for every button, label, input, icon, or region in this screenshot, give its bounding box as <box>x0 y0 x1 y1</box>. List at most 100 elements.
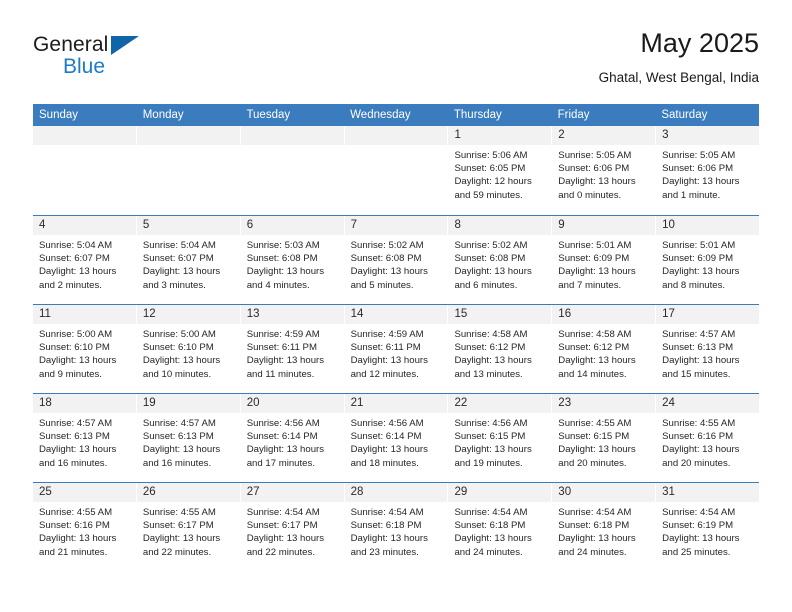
sunset-text: Sunset: 6:17 PM <box>142 520 214 532</box>
day-cell[interactable]: 21 Sunrise: 4:56 AM Sunset: 6:14 PM Dayligh… <box>344 394 449 482</box>
day-number: 29 <box>448 483 552 502</box>
calendar-page: General Blue May 2025 Ghatal, West Benga… <box>0 0 792 612</box>
sunrise-text: Sunrise: 4:55 AM <box>142 507 216 518</box>
daylight-text: Daylight: 13 hours and 22 minutes. <box>142 533 221 558</box>
day-cell[interactable]: 3 Sunrise: 5:05 AM Sunset: 6:06 PM Daylight… <box>656 126 760 215</box>
sunset-text: Sunset: 6:15 PM <box>454 431 526 443</box>
day-info: Sunrise: 4:56 AM Sunset: 6:15 PM Daylight:… <box>448 413 551 470</box>
day-cell[interactable]: 22 Sunrise: 4:56 AM Sunset: 6:15 PM Dayligh… <box>448 394 553 482</box>
day-cell[interactable]: 20 Sunrise: 4:56 AM Sunset: 6:14 PM Dayligh… <box>240 394 345 482</box>
sunrise-text: Sunrise: 4:54 AM <box>350 507 424 518</box>
day-info: Sunrise: 4:56 AM Sunset: 6:14 PM Daylight:… <box>241 413 344 470</box>
sunset-text: Sunset: 6:10 PM <box>39 342 110 354</box>
sunrise-text: Sunrise: 5:04 AM <box>142 240 216 251</box>
sunset-text: Sunset: 6:18 PM <box>558 520 630 532</box>
logo-text-blue: Blue <box>63 55 106 78</box>
daylight-text: Daylight: 13 hours and 23 minutes. <box>350 533 428 558</box>
day-number: 12 <box>136 305 240 324</box>
sunset-text: Sunset: 6:05 PM <box>454 163 526 175</box>
day-cell[interactable]: 13 Sunrise: 4:59 AM Sunset: 6:11 PM Dayligh… <box>240 305 345 393</box>
day-cell[interactable]: 6 Sunrise: 5:03 AM Sunset: 6:08 PM Daylight… <box>240 216 345 304</box>
day-cell[interactable]: 28 Sunrise: 4:54 AM Sunset: 6:18 PM Dayligh… <box>344 483 449 571</box>
weekday-wednesday: Wednesday <box>350 109 411 121</box>
day-cell[interactable]: 23 Sunrise: 4:55 AM Sunset: 6:15 PM Dayligh… <box>552 394 657 482</box>
week-row: 11 Sunrise: 5:00 AM Sunset: 6:10 PM Dayligh… <box>33 304 760 393</box>
sunrise-text: Sunrise: 5:01 AM <box>662 240 736 251</box>
daylight-text: Daylight: 13 hours and 4 minutes. <box>246 266 325 291</box>
day-cell[interactable]: 14 Sunrise: 4:59 AM Sunset: 6:11 PM Dayligh… <box>344 305 449 393</box>
sunset-text: Sunset: 6:17 PM <box>246 520 318 532</box>
day-number: 15 <box>448 305 552 324</box>
day-cell[interactable]: 9 Sunrise: 5:01 AM Sunset: 6:09 PM Daylight… <box>552 216 657 304</box>
day-info: Sunrise: 4:54 AM Sunset: 6:18 PM Daylight:… <box>448 502 551 559</box>
sunset-text: Sunset: 6:06 PM <box>662 163 734 175</box>
day-info: Sunrise: 5:06 AM Sunset: 6:05 PM Daylight:… <box>448 145 551 202</box>
day-cell[interactable]: 16 Sunrise: 4:58 AM Sunset: 6:12 PM Dayligh… <box>552 305 657 393</box>
day-cell[interactable]: 26 Sunrise: 4:55 AM Sunset: 6:17 PM Dayligh… <box>136 483 241 571</box>
day-cell[interactable]: 30 Sunrise: 4:54 AM Sunset: 6:18 PM Dayligh… <box>552 483 657 571</box>
day-cell[interactable]: 31 Sunrise: 4:54 AM Sunset: 6:19 PM Dayligh… <box>656 483 760 571</box>
day-cell[interactable]: 24 Sunrise: 4:55 AM Sunset: 6:16 PM Dayligh… <box>656 394 760 482</box>
daylight-text: Daylight: 13 hours and 13 minutes. <box>454 355 532 380</box>
sunrise-text: Sunrise: 5:05 AM <box>558 150 632 161</box>
sunset-text: Sunset: 6:11 PM <box>246 342 317 354</box>
day-info: Sunrise: 4:59 AM Sunset: 6:11 PM Daylight:… <box>345 324 448 381</box>
day-cell[interactable]: 4 Sunrise: 5:04 AM Sunset: 6:07 PM Daylight… <box>33 216 137 304</box>
sunset-text: Sunset: 6:09 PM <box>662 253 734 265</box>
daylight-text: Daylight: 13 hours and 1 minute. <box>662 176 740 201</box>
daylight-text: Daylight: 13 hours and 21 minutes. <box>39 533 117 558</box>
day-info: Sunrise: 5:01 AM Sunset: 6:09 PM Daylight:… <box>656 235 759 292</box>
day-cell[interactable]: 8 Sunrise: 5:02 AM Sunset: 6:08 PM Daylight… <box>448 216 553 304</box>
sunrise-text: Sunrise: 4:54 AM <box>454 507 528 518</box>
day-cell[interactable]: 1 Sunrise: 5:06 AM Sunset: 6:05 PM Daylight… <box>448 126 553 215</box>
day-info: Sunrise: 4:58 AM Sunset: 6:12 PM Daylight:… <box>448 324 551 381</box>
day-cell[interactable]: 19 Sunrise: 4:57 AM Sunset: 6:13 PM Dayligh… <box>136 394 241 482</box>
day-cell[interactable]: 29 Sunrise: 4:54 AM Sunset: 6:18 PM Dayligh… <box>448 483 553 571</box>
page-title: May 2025 <box>640 28 759 58</box>
day-number: 19 <box>136 394 240 413</box>
day-number: 5 <box>136 216 240 235</box>
daylight-text: Daylight: 13 hours and 16 minutes. <box>39 444 117 469</box>
daylight-text: Daylight: 13 hours and 25 minutes. <box>662 533 740 558</box>
day-cell[interactable]: 12 Sunrise: 5:00 AM Sunset: 6:10 PM Dayligh… <box>136 305 241 393</box>
sunset-text: Sunset: 6:08 PM <box>454 253 526 265</box>
day-cell[interactable]: 10 Sunrise: 5:01 AM Sunset: 6:09 PM Dayligh… <box>656 216 760 304</box>
sunrise-text: Sunrise: 4:59 AM <box>350 329 424 340</box>
generalblue-logo[interactable]: General Blue <box>33 34 153 86</box>
sunrise-text: Sunrise: 4:55 AM <box>39 507 113 518</box>
day-cell[interactable]: 17 Sunrise: 4:57 AM Sunset: 6:13 PM Dayligh… <box>656 305 760 393</box>
sunset-text: Sunset: 6:10 PM <box>142 342 214 354</box>
daylight-text: Daylight: 13 hours and 20 minutes. <box>662 444 740 469</box>
day-cell[interactable]: 25 Sunrise: 4:55 AM Sunset: 6:16 PM Dayligh… <box>33 483 137 571</box>
day-number: 26 <box>136 483 240 502</box>
sunset-text: Sunset: 6:14 PM <box>246 431 318 443</box>
sunrise-text: Sunrise: 4:59 AM <box>246 329 320 340</box>
sunrise-text: Sunrise: 5:01 AM <box>558 240 632 251</box>
sunset-text: Sunset: 6:09 PM <box>558 253 630 265</box>
day-cell[interactable]: 27 Sunrise: 4:54 AM Sunset: 6:17 PM Dayligh… <box>240 483 345 571</box>
calendar-grid: Sunday Monday Tuesday Wednesday Thursday… <box>33 104 760 571</box>
day-cell[interactable]: 15 Sunrise: 4:58 AM Sunset: 6:12 PM Dayligh… <box>448 305 553 393</box>
daylight-text: Daylight: 13 hours and 6 minutes. <box>454 266 532 291</box>
sunrise-text: Sunrise: 5:02 AM <box>454 240 528 251</box>
day-number: 11 <box>33 305 136 324</box>
daylight-text: Daylight: 13 hours and 24 minutes. <box>558 533 636 558</box>
day-number: 13 <box>240 305 344 324</box>
sunset-text: Sunset: 6:06 PM <box>558 163 630 175</box>
day-number: 21 <box>344 394 448 413</box>
day-cell[interactable]: 2 Sunrise: 5:05 AM Sunset: 6:06 PM Daylight… <box>552 126 657 215</box>
day-cell[interactable]: 5 Sunrise: 5:04 AM Sunset: 6:07 PM Daylight… <box>136 216 241 304</box>
week-row: 4 Sunrise: 5:04 AM Sunset: 6:07 PM Daylight… <box>33 215 760 304</box>
sunrise-text: Sunrise: 4:56 AM <box>350 418 424 429</box>
sunrise-text: Sunrise: 5:03 AM <box>246 240 320 251</box>
day-number: 23 <box>552 394 656 413</box>
day-info: Sunrise: 4:54 AM Sunset: 6:17 PM Daylight:… <box>241 502 344 559</box>
day-cell[interactable]: 18 Sunrise: 4:57 AM Sunset: 6:13 PM Dayligh… <box>33 394 137 482</box>
daylight-text: Daylight: 13 hours and 2 minutes. <box>39 266 117 291</box>
day-number: 24 <box>656 394 760 413</box>
sunset-text: Sunset: 6:18 PM <box>350 520 422 532</box>
daylight-text: Daylight: 13 hours and 3 minutes. <box>142 266 221 291</box>
day-info: Sunrise: 4:54 AM Sunset: 6:18 PM Daylight:… <box>552 502 655 559</box>
day-cell[interactable]: 11 Sunrise: 5:00 AM Sunset: 6:10 PM Dayligh… <box>33 305 137 393</box>
day-cell[interactable]: 7 Sunrise: 5:02 AM Sunset: 6:08 PM Daylight… <box>344 216 449 304</box>
